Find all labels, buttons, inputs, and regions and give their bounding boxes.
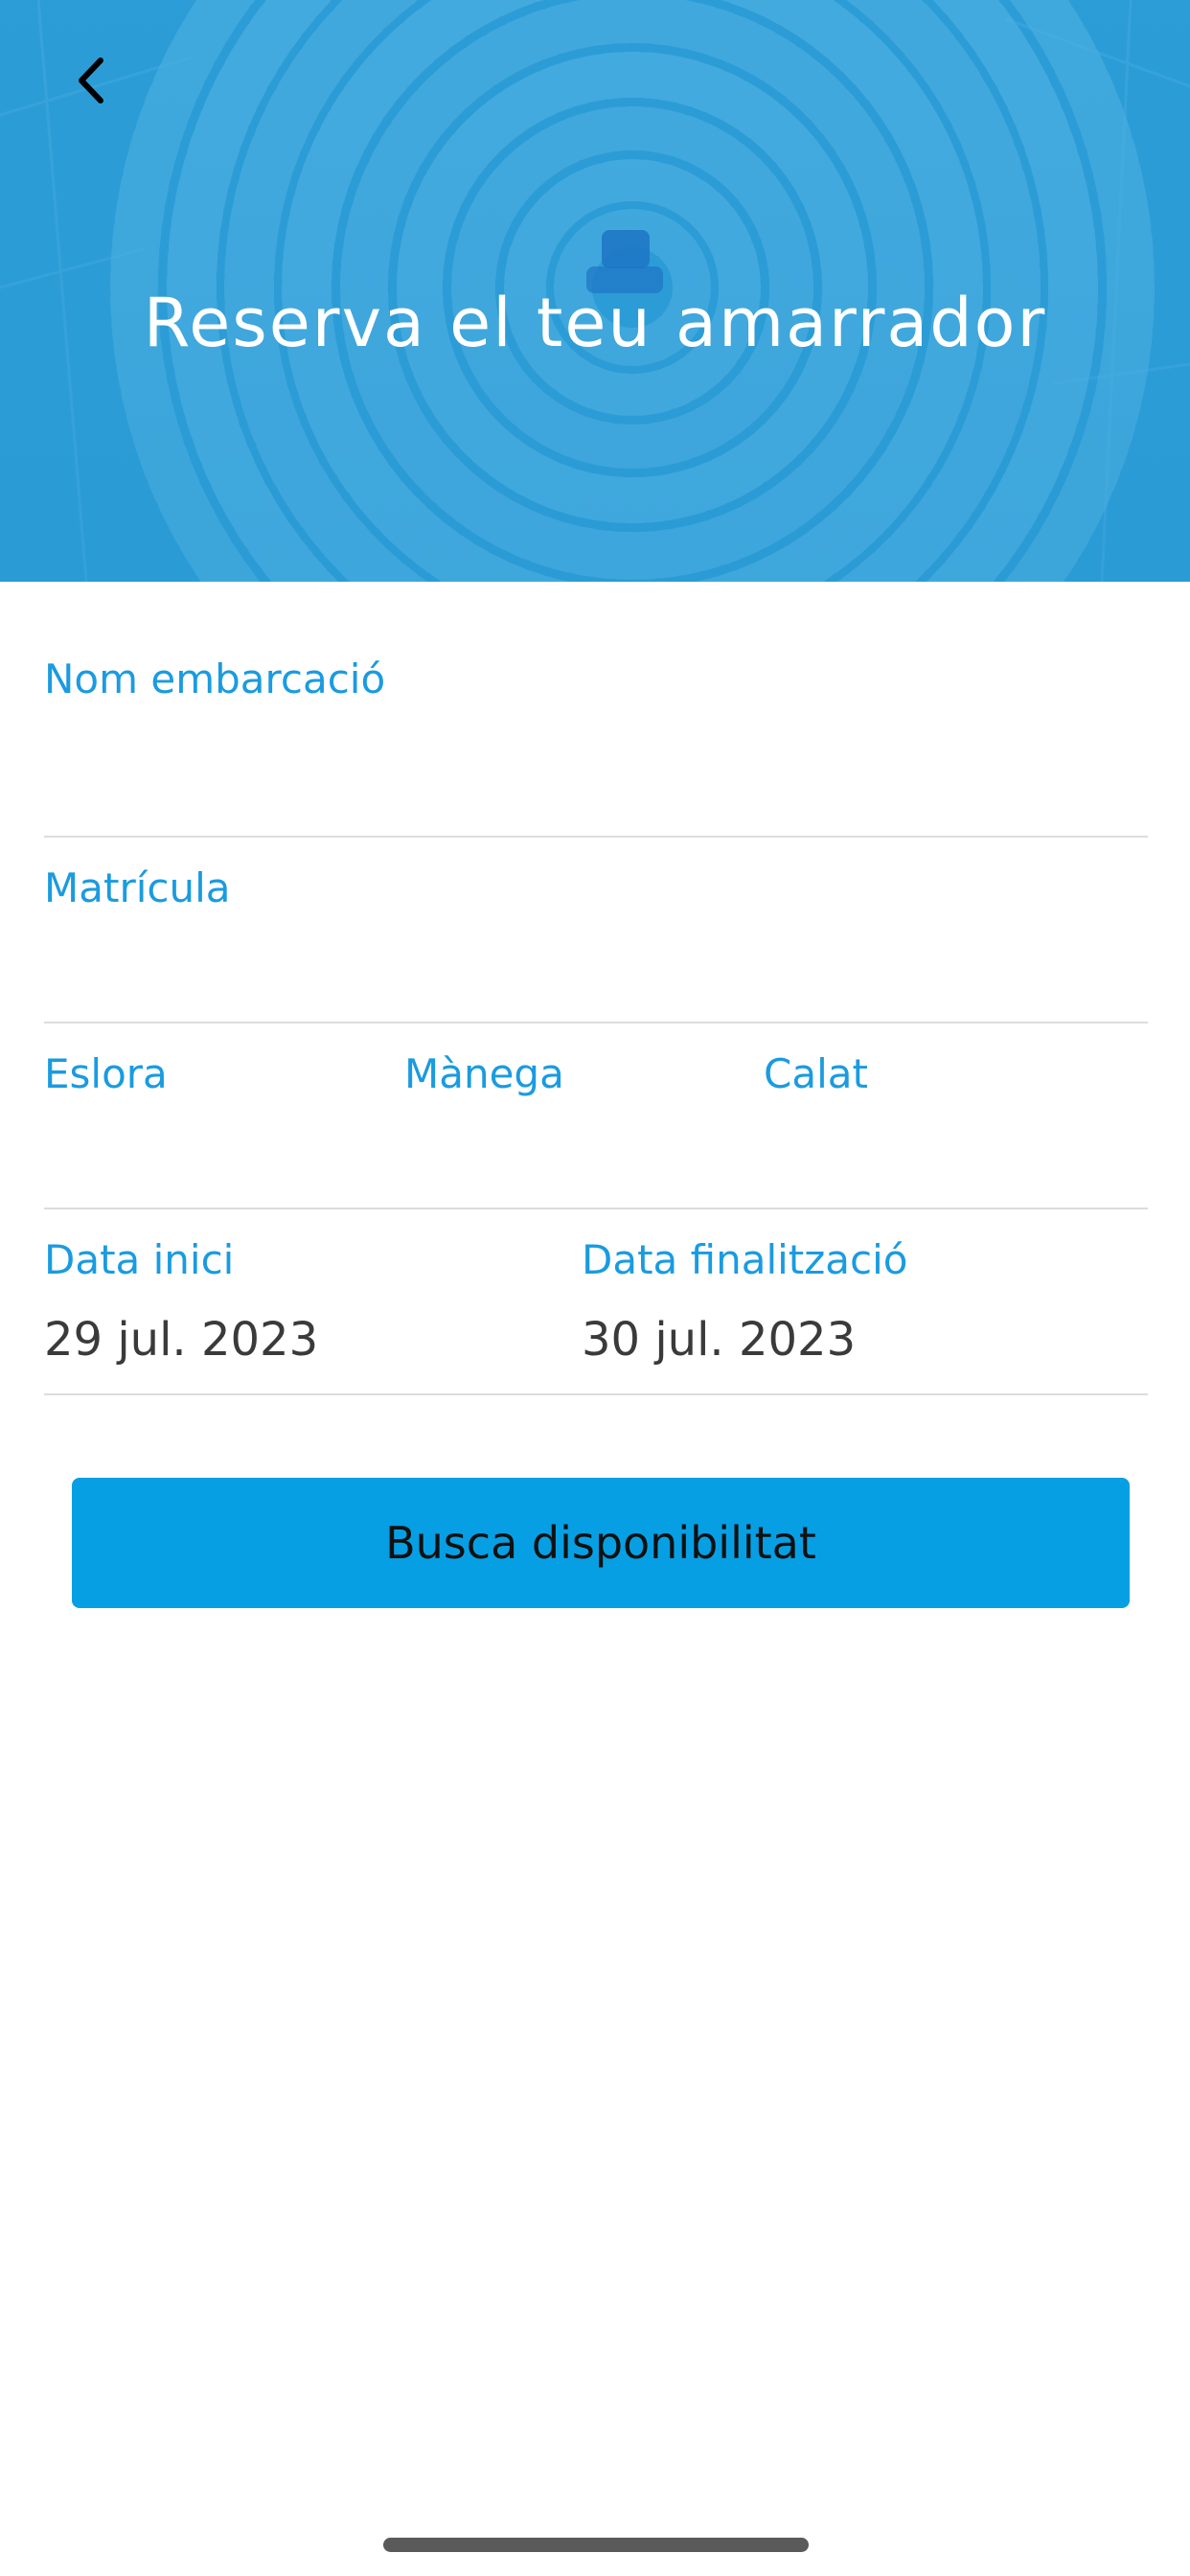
header-hero: Reserva el teu amarrador bbox=[0, 0, 1190, 582]
search-availability-button[interactable]: Busca disponibilitat bbox=[72, 1478, 1130, 1608]
divider bbox=[44, 1022, 1148, 1024]
beam-label: Mànega bbox=[404, 1050, 564, 1097]
draft-input[interactable] bbox=[764, 1119, 1147, 1196]
boat-name-input[interactable] bbox=[44, 738, 1148, 815]
length-label: Eslora bbox=[44, 1050, 168, 1097]
chevron-left-icon bbox=[79, 58, 103, 104]
end-date-field[interactable]: 30 jul. 2023 bbox=[582, 1313, 856, 1367]
registration-label: Matrícula bbox=[44, 864, 231, 911]
back-button[interactable] bbox=[63, 50, 121, 111]
beam-input[interactable] bbox=[404, 1119, 730, 1196]
registration-input[interactable] bbox=[44, 934, 1148, 1011]
draft-label: Calat bbox=[764, 1050, 868, 1097]
length-input[interactable] bbox=[44, 1119, 370, 1196]
start-date-label: Data inici bbox=[44, 1236, 235, 1283]
end-date-label: Data finalització bbox=[582, 1236, 908, 1283]
page-title: Reserva el teu amarrador bbox=[143, 284, 1047, 362]
home-indicator bbox=[383, 2538, 809, 2552]
divider bbox=[44, 836, 1148, 838]
start-date-field[interactable]: 29 jul. 2023 bbox=[44, 1313, 318, 1367]
boat-name-label: Nom embarcació bbox=[44, 656, 386, 702]
divider bbox=[44, 1393, 1148, 1395]
divider bbox=[44, 1208, 1148, 1209]
